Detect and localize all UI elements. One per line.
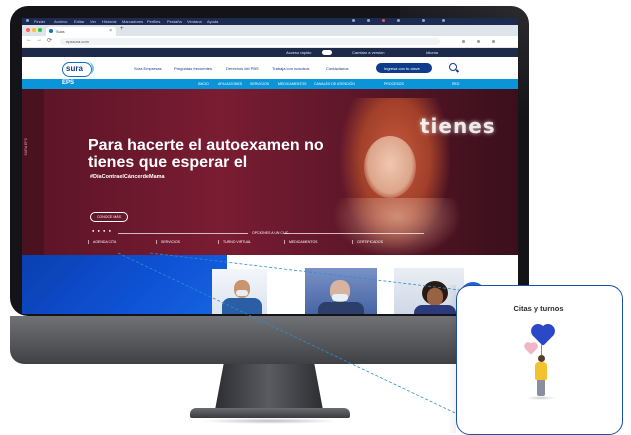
person-illustration-body — [535, 362, 547, 380]
callout-shadow — [448, 285, 456, 433]
pointer-line — [117, 252, 471, 421]
pointer-line — [149, 252, 461, 291]
person-illustration-legs — [537, 380, 545, 396]
person-illustration-head — [538, 355, 545, 362]
callout-title: Citas y turnos — [513, 304, 564, 313]
illustration-shadow — [526, 396, 556, 400]
